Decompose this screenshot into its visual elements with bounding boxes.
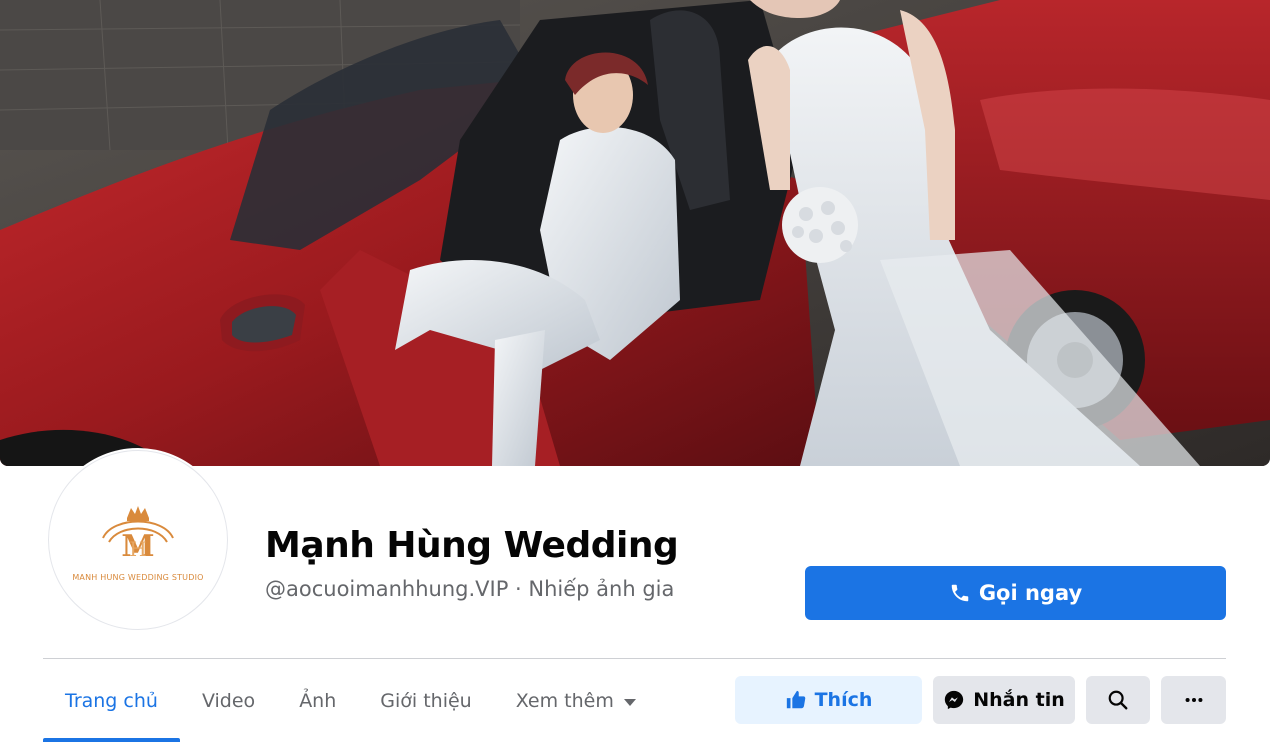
search-icon — [1108, 690, 1128, 710]
page-handle: @aocuoimanhhung.VIP — [265, 577, 509, 601]
tab-about[interactable]: Giới thiệu — [358, 676, 493, 726]
tab-label: Giới thiệu — [380, 690, 472, 712]
page-subtitle: @aocuoimanhhung.VIP · Nhiếp ảnh gia — [265, 577, 674, 601]
page-title: Mạnh Hùng Wedding — [265, 525, 679, 566]
cover-photo[interactable] — [0, 0, 1270, 466]
profile-picture[interactable]: M H MANH HUNG WEDDING STUDIO — [48, 450, 228, 630]
like-button[interactable]: Thích — [735, 676, 922, 724]
tab-label: Trang chủ — [65, 690, 158, 712]
tab-home[interactable]: Trang chủ — [43, 676, 180, 742]
call-now-button[interactable]: Gọi ngay — [805, 566, 1226, 620]
logo-caption: MANH HUNG WEDDING STUDIO — [72, 573, 204, 582]
more-options-button[interactable] — [1161, 676, 1226, 724]
subtitle-separator: · — [508, 577, 529, 601]
message-label: Nhắn tin — [973, 689, 1065, 711]
tab-label: Video — [201, 690, 256, 712]
crown-monogram-icon: M H — [102, 506, 174, 564]
page-category[interactable]: Nhiếp ảnh gia — [528, 577, 674, 601]
like-label: Thích — [814, 689, 873, 711]
tab-label: Ảnh — [299, 690, 337, 712]
tab-photos[interactable]: Ảnh — [277, 676, 358, 726]
cover-photo-image — [0, 0, 1270, 466]
tab-video[interactable]: Video — [180, 676, 277, 726]
more-dots-icon — [1185, 697, 1202, 703]
studio-logo: M H MANH HUNG WEDDING STUDIO — [72, 504, 203, 582]
messenger-icon — [945, 690, 964, 710]
phone-icon — [951, 584, 969, 602]
tab-label: Xem thêm — [515, 690, 614, 712]
tab-see-more[interactable]: Xem thêm — [494, 676, 658, 726]
page-tabs: Trang chủ Video Ảnh Giới thiệu Xem thêm — [43, 676, 658, 742]
search-button[interactable] — [1086, 676, 1150, 724]
message-button[interactable]: Nhắn tin — [933, 676, 1075, 724]
caret-down-icon — [623, 698, 636, 706]
header-divider — [43, 658, 1226, 659]
svg-text:H: H — [129, 537, 146, 561]
call-now-label: Gọi ngay — [978, 581, 1083, 605]
thumbs-up-icon — [786, 690, 805, 709]
